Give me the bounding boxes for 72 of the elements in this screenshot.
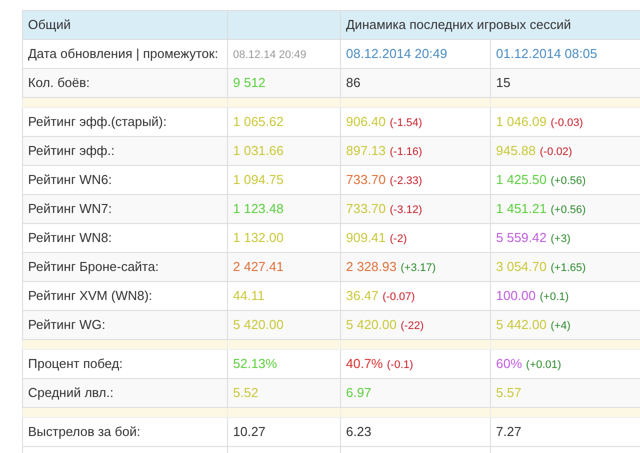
stat-change: (-2.33) xyxy=(390,175,422,188)
stat-change: (-3.12) xyxy=(390,204,422,216)
stat-change: (+3.17) xyxy=(400,262,436,274)
stat-value: 5 442.00 xyxy=(496,317,547,332)
stat-value: 6.23 xyxy=(346,424,372,440)
stat-change: (-2) xyxy=(390,233,407,246)
stat-value: 08.12.2014 20:49 xyxy=(346,46,448,62)
row-label: Рейтинг WN8: xyxy=(28,230,112,246)
stat-change: (-1.16) xyxy=(390,146,422,158)
row-label: Рейтинг эфф.: xyxy=(28,143,115,158)
stat-change: (-0.02) xyxy=(540,146,572,158)
stat-change: (-0.1) xyxy=(386,359,414,372)
stat-value: 733.70 xyxy=(346,201,386,216)
stat-value: 733.70 xyxy=(346,172,386,188)
row-label: Рейтинг Броне-сайта: xyxy=(28,259,159,274)
row-label: Рейтинг XVM (WN8): xyxy=(28,288,152,304)
stat-value: 1 132.00 xyxy=(233,230,284,246)
stat-change: (+0.01) xyxy=(526,359,562,372)
stat-value: 5 559.42 xyxy=(496,230,547,246)
stat-value: 3 054.70 xyxy=(496,259,547,274)
stat-change: (-0.07) xyxy=(382,291,415,304)
row-label: Рейтинг WN7: xyxy=(28,201,112,216)
stat-value: 906.40 xyxy=(346,114,386,130)
stat-change: (-22) xyxy=(400,320,424,332)
row-label: Рейтинг WG: xyxy=(28,317,106,332)
stat-value: 5 420.00 xyxy=(233,317,284,332)
stat-value: 1 425.50 xyxy=(496,172,547,188)
table-header: Динамика последних игровых сессий xyxy=(346,17,572,32)
row-label: Выстрелов за бой: xyxy=(28,424,140,440)
stat-value: 5.57 xyxy=(496,385,522,400)
stat-change: (+4) xyxy=(550,320,570,332)
stat-value: 52.13% xyxy=(233,356,278,372)
row-label: Рейтинг WN6: xyxy=(28,172,112,188)
stat-value: 08.12.14 20:49 xyxy=(233,49,306,62)
stat-value: 5.52 xyxy=(233,385,258,400)
table-header: Общий xyxy=(28,17,71,32)
stat-value: 44.11 xyxy=(233,288,265,304)
stat-change: (+0.1) xyxy=(540,291,569,304)
stat-value: 1 046.09 xyxy=(496,114,547,130)
stat-value: 40.7% xyxy=(346,356,383,372)
stat-value: 2 328.93 xyxy=(346,259,397,274)
stat-value: 36.47 xyxy=(346,288,379,304)
stat-value: 7.27 xyxy=(496,424,522,440)
stat-value: 1 451.21 xyxy=(496,201,547,216)
stat-change: (-1.54) xyxy=(390,117,422,130)
stat-value: 1 031.66 xyxy=(233,143,284,158)
stat-value: 100.00 xyxy=(496,288,536,304)
stat-change: (+0.56) xyxy=(550,204,586,216)
row-label: Дата обновления | промежуток: xyxy=(28,46,218,62)
stat-value: 9 512 xyxy=(233,75,266,90)
stat-change: (+3) xyxy=(550,233,570,246)
row-label: Средний лвл.: xyxy=(28,385,114,400)
stat-value: 1 123.48 xyxy=(233,201,284,216)
stat-value: 897.13 xyxy=(346,143,386,158)
stat-value: 10.27 xyxy=(233,424,266,440)
stat-value: 01.12.2014 08:05 xyxy=(496,46,598,62)
row-label: Процент побед: xyxy=(28,356,123,372)
stat-value: 945.88 xyxy=(496,143,536,158)
row-label: Рейтинг эфф.(старый): xyxy=(28,114,167,130)
stat-change: (+1.65) xyxy=(550,262,586,274)
stat-value: 2 427.41 xyxy=(233,259,284,274)
stat-value: 909.41 xyxy=(346,230,386,246)
row-label: Кол. боёв: xyxy=(28,75,90,90)
stat-change: (+0.56) xyxy=(550,175,586,188)
stat-value: 1 094.75 xyxy=(233,172,284,188)
stat-value: 15 xyxy=(496,75,510,90)
stat-change: (-0.03) xyxy=(550,117,584,130)
stat-value: 86 xyxy=(346,75,360,90)
stat-value: 1 065.62 xyxy=(233,114,284,130)
stat-value: 6.97 xyxy=(346,385,372,400)
stat-value: 5 420.00 xyxy=(346,317,397,332)
stat-value: 60% xyxy=(496,356,522,372)
